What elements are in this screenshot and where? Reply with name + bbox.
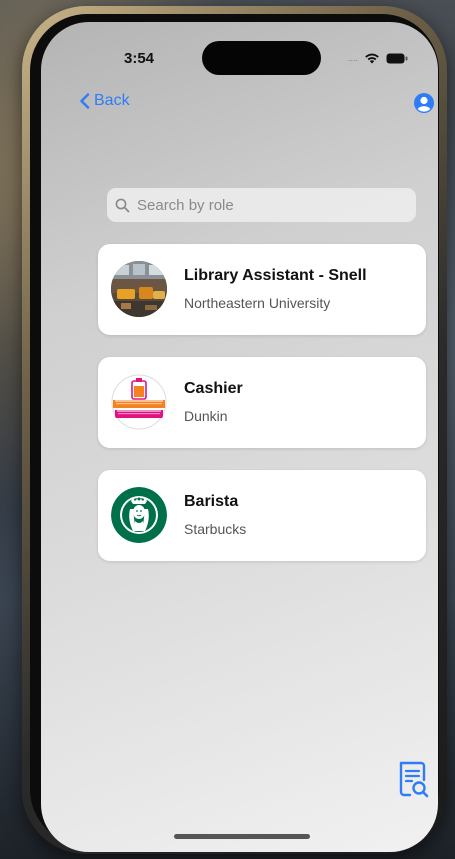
job-employer: Northeastern University — [184, 295, 331, 311]
search-input[interactable] — [135, 195, 409, 215]
status-time: 3:54 — [124, 50, 155, 67]
job-title: Library Assistant - Snell — [184, 267, 367, 284]
chevron-left-icon — [80, 93, 90, 109]
profile-button[interactable] — [413, 92, 435, 114]
back-button[interactable]: Back — [79, 92, 130, 110]
search-icon — [115, 198, 130, 212]
job-title: Barista — [184, 493, 239, 510]
dynamic-island — [202, 41, 321, 75]
search-bar[interactable] — [107, 188, 416, 222]
app-screen: 3:54 .... Back Search by role Library As… — [41, 22, 438, 852]
job-employer: Starbucks — [184, 521, 247, 537]
job-title: Cashier — [184, 380, 243, 397]
library-photo — [111, 261, 167, 317]
signal-indicator: .... — [348, 53, 359, 63]
home-indicator — [174, 834, 310, 839]
person-circle-icon — [414, 93, 434, 113]
battery-icon — [386, 53, 408, 63]
wifi-icon — [365, 53, 379, 64]
status-icons: .... — [348, 52, 408, 64]
job-card-barista[interactable]: Barista Starbucks — [98, 470, 426, 561]
starbucks-logo — [111, 487, 167, 543]
document-search-icon — [399, 761, 429, 798]
job-card-library-assistant[interactable]: Library Assistant - Snell Northeastern U… — [98, 244, 426, 335]
dunkin-logo — [111, 374, 167, 430]
resume-search-button[interactable] — [397, 760, 431, 800]
job-card-cashier[interactable]: Cashier Dunkin — [98, 357, 426, 448]
job-employer: Dunkin — [184, 408, 228, 424]
back-label: Back — [94, 92, 130, 109]
